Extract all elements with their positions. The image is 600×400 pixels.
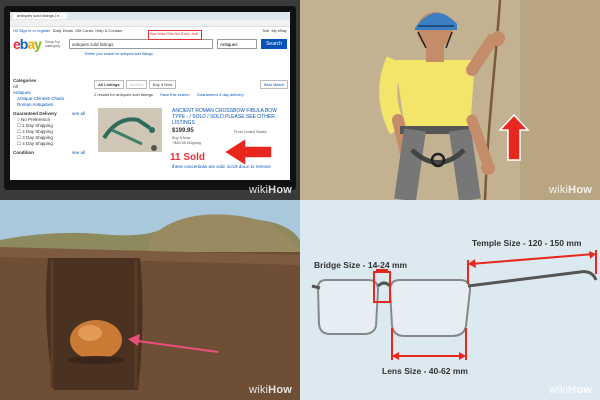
soil-cross-section-illustration bbox=[0, 200, 300, 400]
glasses-diagram: Bridge Size - 14-24 mm Temple Size - 120… bbox=[300, 200, 600, 400]
watermark: wikiHow bbox=[249, 384, 292, 396]
panel-dig-site: wikiHow bbox=[0, 200, 300, 400]
browser-screen: antiques sold listings | e... Hi! Sign i… bbox=[10, 12, 290, 180]
lens-size-label: Lens Size - 40-62 mm bbox=[382, 366, 468, 376]
bridge-size-label: Bridge Size - 14-24 mm bbox=[314, 260, 408, 270]
panel-climber: wikiHow bbox=[300, 0, 600, 200]
temple-size-label: Temple Size - 120 - 150 mm bbox=[472, 238, 582, 248]
monitor: antiques sold listings | e... Hi! Sign i… bbox=[4, 6, 296, 190]
panel-glasses-sizes: Bridge Size - 14-24 mm Temple Size - 120… bbox=[300, 200, 600, 400]
red-pointer-arrow-icon bbox=[222, 136, 273, 168]
panel-ebay-monitor: antiques sold listings | e... Hi! Sign i… bbox=[0, 0, 300, 200]
watermark: wikiHow bbox=[249, 184, 292, 196]
climber-illustration bbox=[300, 0, 600, 200]
watermark: wikiHow bbox=[549, 184, 592, 196]
watermark: wikiHow bbox=[549, 384, 592, 396]
